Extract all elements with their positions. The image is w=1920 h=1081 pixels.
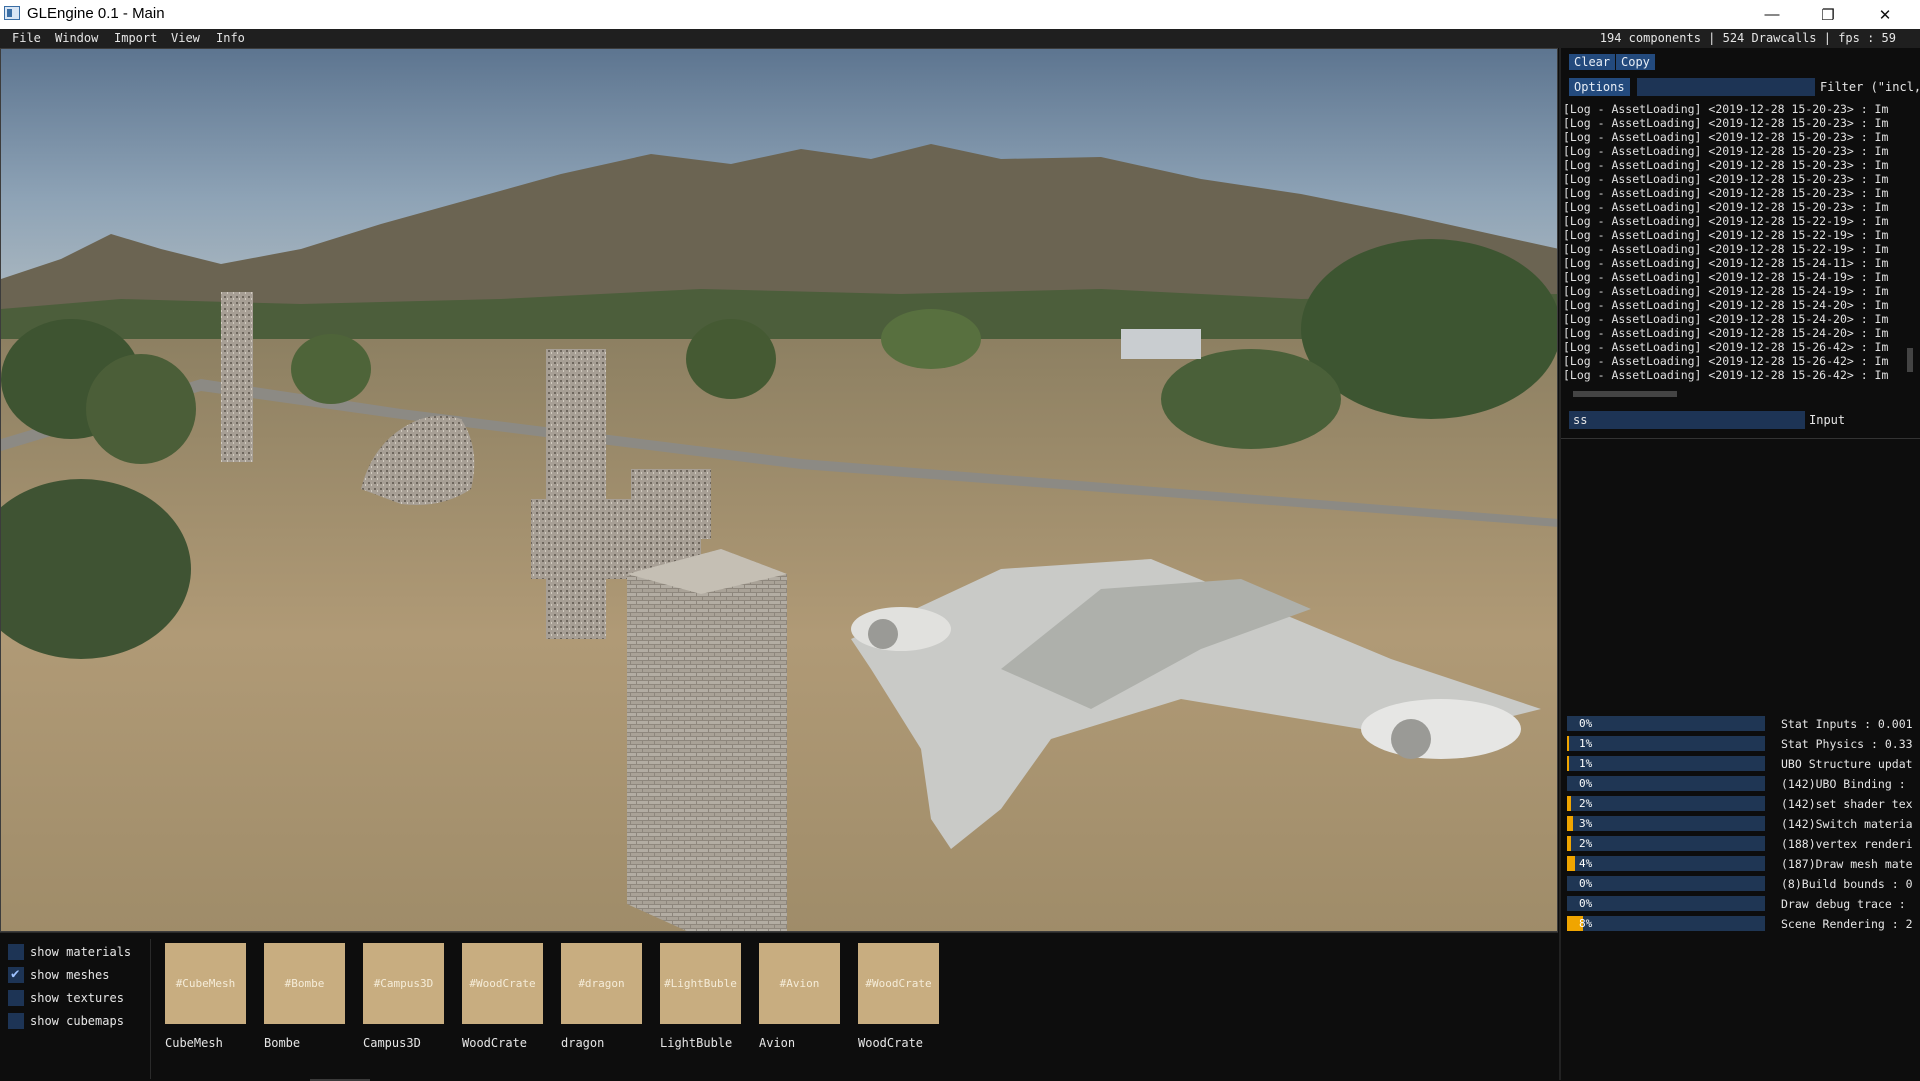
menu-view[interactable]: View — [171, 31, 200, 45]
profile-row: 0% Draw debug trace : — [1563, 896, 1920, 912]
log-line: [Log - AssetLoading] <2019-12-28 15-24-1… — [1563, 256, 1889, 270]
asset-tile[interactable]: #WoodCrate WoodCrate — [462, 943, 543, 1050]
profile-fill — [1567, 756, 1569, 771]
profile-fill — [1567, 856, 1575, 871]
checkbox[interactable]: ✔ — [8, 966, 24, 983]
render-stats: 194 components | 524 Drawcalls | fps : 5… — [1599, 31, 1896, 45]
asset-name: Campus3D — [363, 1036, 421, 1050]
profile-row: 0% (142)UBO Binding : — [1563, 776, 1920, 792]
console-log[interactable]: [Log - AssetLoading] <2019-12-28 15-20-2… — [1563, 102, 1913, 384]
asset-tile[interactable]: #dragon dragon — [561, 943, 642, 1050]
maximize-icon: ❐ — [1821, 6, 1835, 24]
log-line: [Log - AssetLoading] <2019-12-28 15-20-2… — [1563, 172, 1889, 186]
log-line: [Log - AssetLoading] <2019-12-28 15-26-4… — [1563, 354, 1889, 368]
profile-row: 2% (142)set shader tex — [1563, 796, 1920, 812]
log-line: [Log - AssetLoading] <2019-12-28 15-22-1… — [1563, 214, 1889, 228]
copy-button[interactable]: Copy — [1616, 54, 1655, 70]
menu-info[interactable]: Info — [216, 31, 245, 45]
maximize-button[interactable]: ❐ — [1800, 0, 1856, 29]
checkbox[interactable] — [8, 990, 24, 1006]
console-vscrollbar[interactable] — [1907, 348, 1913, 372]
asset-thumbnail[interactable]: #WoodCrate — [462, 943, 543, 1024]
log-line: [Log - AssetLoading] <2019-12-28 15-26-4… — [1563, 340, 1889, 354]
divider — [150, 939, 151, 1079]
asset-tile[interactable]: #Avion Avion — [759, 943, 840, 1050]
menu-file[interactable]: File — [12, 31, 41, 45]
profile-row: 1% Stat Physics : 0.33 — [1563, 736, 1920, 752]
console-hscrollbar[interactable] — [1573, 391, 1677, 397]
asset-tile[interactable]: #WoodCrate WoodCrate — [858, 943, 939, 1050]
asset-thumbnail[interactable]: #WoodCrate — [858, 943, 939, 1024]
profile-row: 0% Stat Inputs : 0.001 — [1563, 716, 1920, 732]
app-icon — [4, 6, 20, 20]
asset-thumbnail[interactable]: #Bombe — [264, 943, 345, 1024]
asset-name: CubeMesh — [165, 1036, 223, 1050]
console-input[interactable]: ss — [1569, 411, 1805, 429]
log-line: [Log - AssetLoading] <2019-12-28 15-26-4… — [1563, 368, 1889, 382]
minimize-icon: — — [1764, 6, 1780, 23]
asset-name: WoodCrate — [462, 1036, 528, 1050]
profile-row: 4% (187)Draw mesh mate — [1563, 856, 1920, 872]
asset-name: dragon — [561, 1036, 605, 1050]
window-titlebar: GLEngine 0.1 - Main — ❐ ✕ — [0, 0, 1920, 29]
log-line: [Log - AssetLoading] <2019-12-28 15-24-2… — [1563, 298, 1889, 312]
log-line: [Log - AssetLoading] <2019-12-28 15-24-2… — [1563, 312, 1889, 326]
log-line: [Log - AssetLoading] <2019-12-28 15-24-2… — [1563, 326, 1889, 340]
right-panel: Clear Copy Options Filter ("incl, [Log -… — [1559, 48, 1920, 1080]
asset-name: Bombe — [264, 1036, 301, 1050]
log-line: [Log - AssetLoading] <2019-12-28 15-24-1… — [1563, 270, 1889, 284]
filter-input[interactable] — [1637, 78, 1815, 96]
console-input-value: ss — [1573, 413, 1588, 427]
asset-name: WoodCrate — [858, 1036, 924, 1050]
log-line: [Log - AssetLoading] <2019-12-28 15-24-1… — [1563, 284, 1889, 298]
input-label: Input — [1809, 413, 1846, 427]
log-line: [Log - AssetLoading] <2019-12-28 15-22-1… — [1563, 228, 1889, 242]
asset-tile[interactable]: #LightBuble LightBuble — [660, 943, 741, 1050]
asset-thumbnail[interactable]: #CubeMesh — [165, 943, 246, 1024]
profile-fill — [1567, 736, 1569, 751]
log-line: [Log - AssetLoading] <2019-12-28 15-20-2… — [1563, 116, 1889, 130]
profile-fill — [1567, 816, 1573, 831]
checkbox[interactable] — [8, 1013, 24, 1029]
profile-row: 8% Scene Rendering : 2 — [1563, 916, 1920, 932]
menu-bar: File Window Import View Info 194 compone… — [0, 29, 1920, 48]
log-line: [Log - AssetLoading] <2019-12-28 15-20-2… — [1563, 158, 1889, 172]
asset-name: LightBuble — [660, 1036, 733, 1050]
window-title: GLEngine 0.1 - Main — [27, 5, 165, 22]
log-line: [Log - AssetLoading] <2019-12-28 15-20-2… — [1563, 186, 1889, 200]
menu-import[interactable]: Import — [114, 31, 157, 45]
minimize-button[interactable]: — — [1744, 0, 1800, 29]
menu-window[interactable]: Window — [55, 31, 98, 45]
profile-row: 1% UBO Structure updat — [1563, 756, 1920, 772]
profile-fill — [1567, 836, 1571, 851]
profile-row: 0% (8)Build bounds : 0 — [1563, 876, 1920, 892]
close-icon: ✕ — [1878, 6, 1892, 24]
asset-tile[interactable]: #Bombe Bombe — [264, 943, 345, 1050]
log-line: [Log - AssetLoading] <2019-12-28 15-20-2… — [1563, 200, 1889, 214]
check-icon: ✔ — [11, 966, 20, 982]
asset-name: Avion — [759, 1036, 796, 1050]
log-line: [Log - AssetLoading] <2019-12-28 15-20-2… — [1563, 130, 1889, 144]
asset-thumbnail[interactable]: #Avion — [759, 943, 840, 1024]
scene-render — [1, 49, 1557, 931]
asset-thumbnail[interactable]: #Campus3D — [363, 943, 444, 1024]
log-line: [Log - AssetLoading] <2019-12-28 15-22-1… — [1563, 242, 1889, 256]
asset-tile[interactable]: #Campus3D Campus3D — [363, 943, 444, 1050]
asset-browser: show materials ✔ show meshes show textur… — [0, 932, 1558, 1081]
filter-label: Filter ("incl, — [1820, 80, 1920, 94]
asset-tile[interactable]: #CubeMesh CubeMesh — [165, 943, 246, 1050]
profile-row: 2% (188)vertex renderi — [1563, 836, 1920, 852]
options-button[interactable]: Options — [1569, 78, 1630, 96]
asset-thumbnail[interactable]: #dragon — [561, 943, 642, 1024]
divider — [1561, 438, 1920, 439]
checkbox[interactable] — [8, 944, 24, 960]
close-button[interactable]: ✕ — [1857, 0, 1913, 29]
log-line: [Log - AssetLoading] <2019-12-28 15-20-2… — [1563, 102, 1889, 116]
clear-button[interactable]: Clear — [1569, 54, 1616, 70]
asset-thumbnail[interactable]: #LightBuble — [660, 943, 741, 1024]
profile-row: 3% (142)Switch materia — [1563, 816, 1920, 832]
scene-viewport[interactable] — [0, 48, 1558, 932]
profile-fill — [1567, 796, 1571, 811]
log-line: [Log - AssetLoading] <2019-12-28 15-20-2… — [1563, 144, 1889, 158]
